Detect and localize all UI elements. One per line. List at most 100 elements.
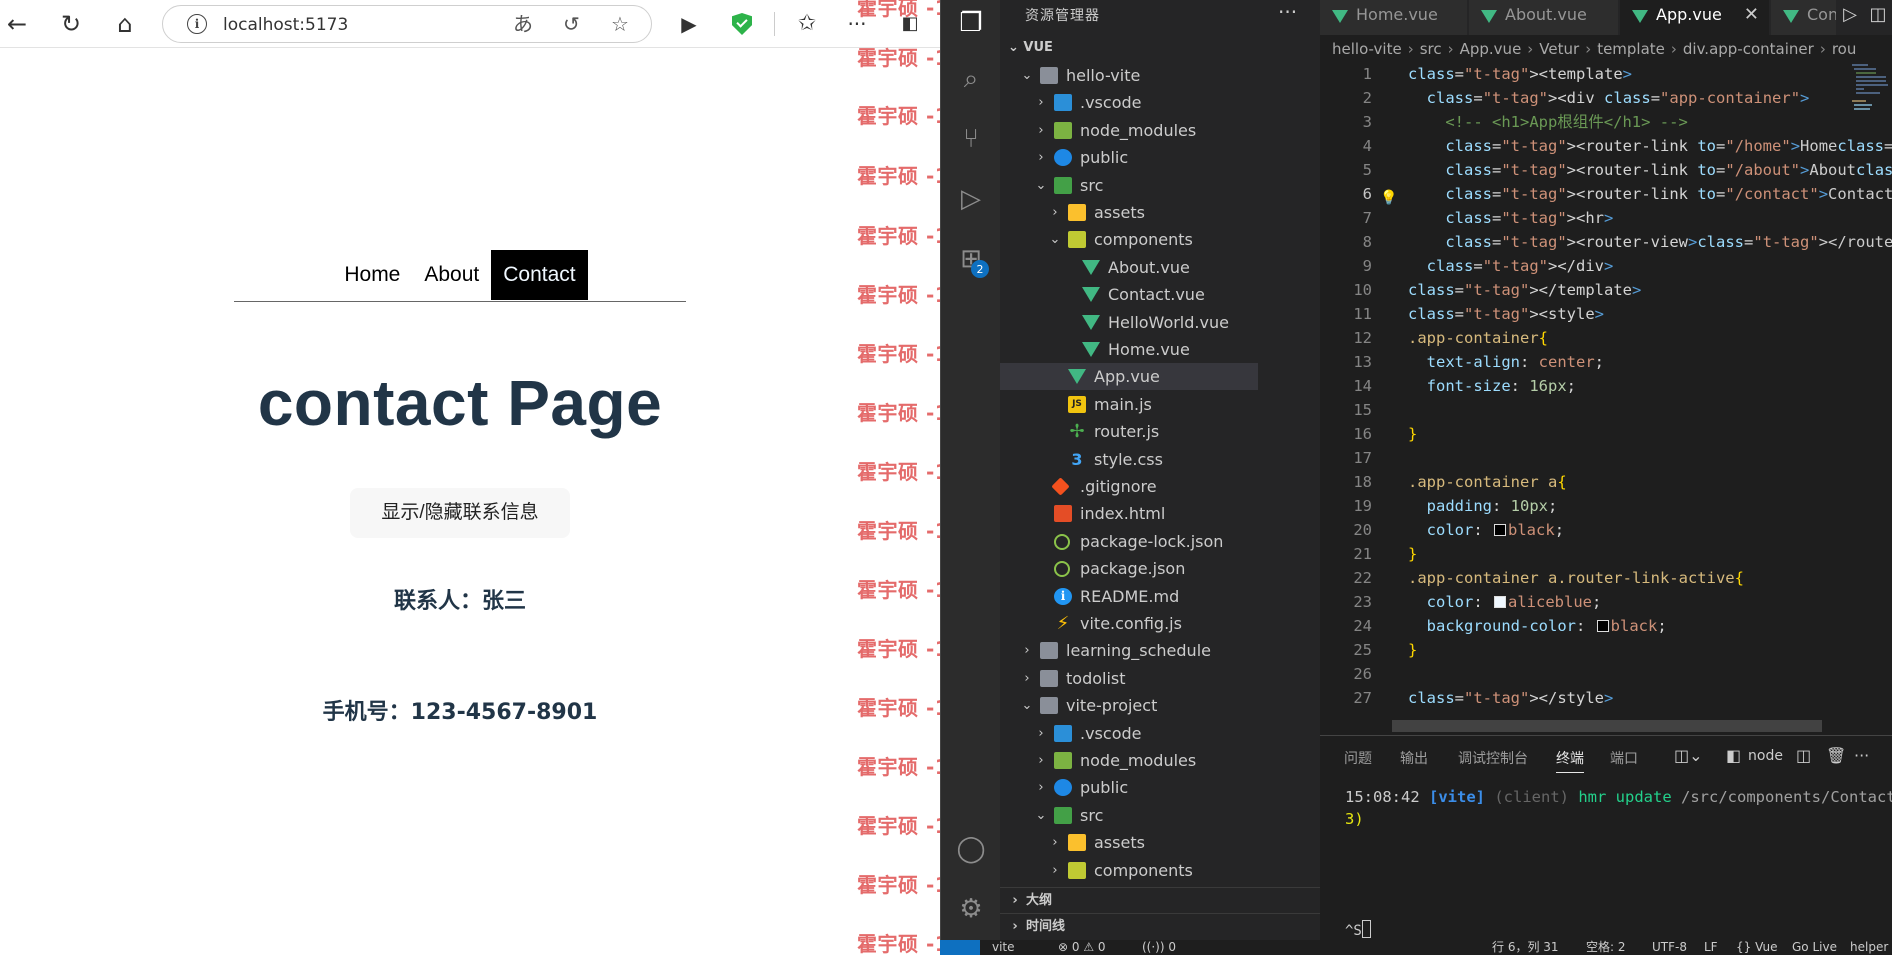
- breadcrumb-item[interactable]: div.app-container: [1683, 40, 1814, 58]
- code-line[interactable]: 7 class="t-tag"><hr>: [1320, 206, 1880, 230]
- tab-about-vue[interactable]: About.vue: [1469, 0, 1619, 35]
- home-icon[interactable]: ⌂: [108, 7, 142, 41]
- horizontal-scrollbar[interactable]: [1392, 720, 1822, 732]
- tree-item[interactable]: Contact.vue: [1000, 281, 1258, 308]
- status-problems[interactable]: ⊗ 0 ⚠ 0: [1058, 940, 1106, 955]
- breadcrumb-item[interactable]: Vetur: [1539, 40, 1579, 58]
- status-golive[interactable]: Go Live: [1792, 940, 1837, 955]
- shield-extension-icon[interactable]: [732, 13, 752, 35]
- code-line[interactable]: 25}: [1320, 638, 1880, 662]
- reload-icon[interactable]: ↻: [54, 7, 88, 41]
- run-icon[interactable]: ▷: [1836, 0, 1864, 30]
- panel-tab-debug-console[interactable]: 调试控制台: [1458, 748, 1528, 768]
- status-spaces[interactable]: 空格: 2: [1586, 940, 1626, 955]
- terminal-prompt[interactable]: ^S: [1345, 920, 1371, 939]
- code-line[interactable]: 3 <!-- <h1>App根组件</h1> -->: [1320, 110, 1880, 134]
- tree-item[interactable]: ⌄ hello-vite: [1000, 62, 1258, 89]
- tree-item[interactable]: Home.vue: [1000, 336, 1258, 363]
- panel-tab-output[interactable]: 输出: [1400, 748, 1428, 768]
- tree-item[interactable]: › learning_schedule: [1000, 637, 1258, 664]
- code-line[interactable]: 16}: [1320, 422, 1880, 446]
- panel-tab-problems[interactable]: 问题: [1344, 748, 1372, 768]
- address-bar[interactable]: i localhost:5173 あ ↺ ☆: [162, 5, 652, 43]
- code-line[interactable]: 5 class="t-tag"><router-link to="/about"…: [1320, 158, 1892, 182]
- tree-item[interactable]: › todolist: [1000, 665, 1258, 692]
- tree-item[interactable]: ⌄ src: [1000, 802, 1258, 829]
- split-panel-icon[interactable]: ◫: [1796, 746, 1811, 765]
- code-line[interactable]: 23 color: aliceblue;: [1320, 590, 1880, 614]
- tree-item[interactable]: ✢ router.js: [1000, 418, 1258, 445]
- breadcrumb-item[interactable]: hello-vite: [1332, 40, 1402, 58]
- tree-item[interactable]: › node_modules: [1000, 747, 1258, 774]
- run-debug-icon[interactable]: ▷: [954, 182, 988, 216]
- code-line[interactable]: 26: [1320, 662, 1880, 686]
- tree-item[interactable]: package-lock.json: [1000, 528, 1258, 555]
- tree-item[interactable]: ⚡ vite.config.js: [1000, 610, 1258, 637]
- code-line[interactable]: 2 class="t-tag"><div class="app-containe…: [1320, 86, 1880, 110]
- code-line[interactable]: 9 class="t-tag"></div>: [1320, 254, 1880, 278]
- breadcrumb-item[interactable]: template: [1597, 40, 1665, 58]
- tree-item[interactable]: › public: [1000, 144, 1258, 171]
- code-line[interactable]: 13 text-align: center;: [1320, 350, 1880, 374]
- translate-icon[interactable]: ↺: [563, 12, 580, 36]
- breadcrumb-item[interactable]: App.vue: [1460, 40, 1522, 58]
- toggle-contact-button[interactable]: 显示/隐藏联系信息: [350, 488, 570, 538]
- search-icon[interactable]: ⌕: [954, 62, 988, 96]
- status-position[interactable]: 行 6，列 31: [1492, 940, 1559, 955]
- site-info-icon[interactable]: i: [187, 14, 207, 34]
- play-icon[interactable]: ▶: [672, 7, 706, 41]
- code-line[interactable]: 4 class="t-tag"><router-link to="/home">…: [1320, 134, 1892, 158]
- remote-indicator[interactable]: [940, 940, 980, 955]
- nav-link-contact[interactable]: Contact: [491, 250, 588, 300]
- breadcrumb-item[interactable]: src: [1420, 40, 1442, 58]
- tab-home-vue[interactable]: Home.vue: [1320, 0, 1468, 35]
- tree-item[interactable]: package.json: [1000, 555, 1258, 582]
- code-line[interactable]: 24 background-color: black;: [1320, 614, 1880, 638]
- tab-contact-vue[interactable]: Conta: [1771, 0, 1843, 35]
- nav-link-home[interactable]: Home: [332, 250, 412, 300]
- minimap[interactable]: [1850, 62, 1892, 222]
- tree-item[interactable]: JS main.js: [1000, 391, 1258, 418]
- status-ports[interactable]: ((·)) 0: [1142, 940, 1176, 955]
- code-line[interactable]: 14 font-size: 16px;: [1320, 374, 1880, 398]
- code-line[interactable]: 6 💡 class="t-tag"><router-link to="/conta…: [1320, 182, 1892, 206]
- code-line[interactable]: 12 .app-container{: [1320, 326, 1880, 350]
- tree-item[interactable]: HelloWorld.vue: [1000, 309, 1258, 336]
- favorite-star-icon[interactable]: ☆: [611, 12, 629, 36]
- code-line[interactable]: 22 .app-container a.router-link-active{: [1320, 566, 1880, 590]
- settings-gear-icon[interactable]: ⚙: [954, 892, 988, 926]
- code-line[interactable]: 20 color: black;: [1320, 518, 1880, 542]
- code-line[interactable]: 15: [1320, 398, 1880, 422]
- split-editor-icon[interactable]: ◫: [1864, 0, 1892, 30]
- tree-item[interactable]: ⌄ components: [1000, 226, 1258, 253]
- tree-item[interactable]: App.vue: [1000, 363, 1258, 391]
- tree-item[interactable]: ⌄ src: [1000, 172, 1258, 199]
- tree-item[interactable]: › node_modules: [1000, 117, 1258, 144]
- outline-section[interactable]: › 大纲: [1000, 887, 1320, 913]
- tree-item[interactable]: ⌄ vite-project: [1000, 692, 1258, 719]
- status-branch[interactable]: vite: [992, 940, 1015, 955]
- code-line[interactable]: 18 .app-container a{: [1320, 470, 1880, 494]
- timeline-section[interactable]: › 时间线: [1000, 913, 1320, 939]
- tree-item[interactable]: › .vscode: [1000, 89, 1258, 116]
- breadcrumb-item[interactable]: rou: [1832, 40, 1857, 58]
- terminal-icon[interactable]: ◧: [1726, 746, 1741, 765]
- panel-tab-ports[interactable]: 端口: [1610, 748, 1638, 768]
- terminal-name[interactable]: node: [1748, 748, 1783, 764]
- panel-tab-terminal[interactable]: 终端: [1556, 748, 1584, 773]
- code-line[interactable]: 1 class="t-tag"><template>: [1320, 62, 1880, 86]
- tree-item[interactable]: index.html: [1000, 500, 1258, 527]
- tree-item[interactable]: › components: [1000, 857, 1258, 884]
- trash-icon[interactable]: 🗑: [1826, 746, 1846, 765]
- status-helper[interactable]: helper: [1850, 940, 1888, 955]
- explorer-more-icon[interactable]: ···: [1278, 0, 1297, 24]
- tree-item[interactable]: › assets: [1000, 199, 1258, 226]
- status-language[interactable]: {} Vue: [1736, 940, 1777, 955]
- code-editor[interactable]: 1 class="t-tag"><template> 2 class="t-tag"…: [1320, 62, 1892, 732]
- nav-link-about[interactable]: About: [412, 250, 491, 300]
- status-eol[interactable]: LF: [1704, 940, 1718, 955]
- tree-item[interactable]: › public: [1000, 774, 1258, 801]
- tree-item[interactable]: 3 style.css: [1000, 446, 1258, 473]
- source-control-icon[interactable]: ⑂: [954, 122, 988, 156]
- account-icon[interactable]: ◯: [954, 832, 988, 866]
